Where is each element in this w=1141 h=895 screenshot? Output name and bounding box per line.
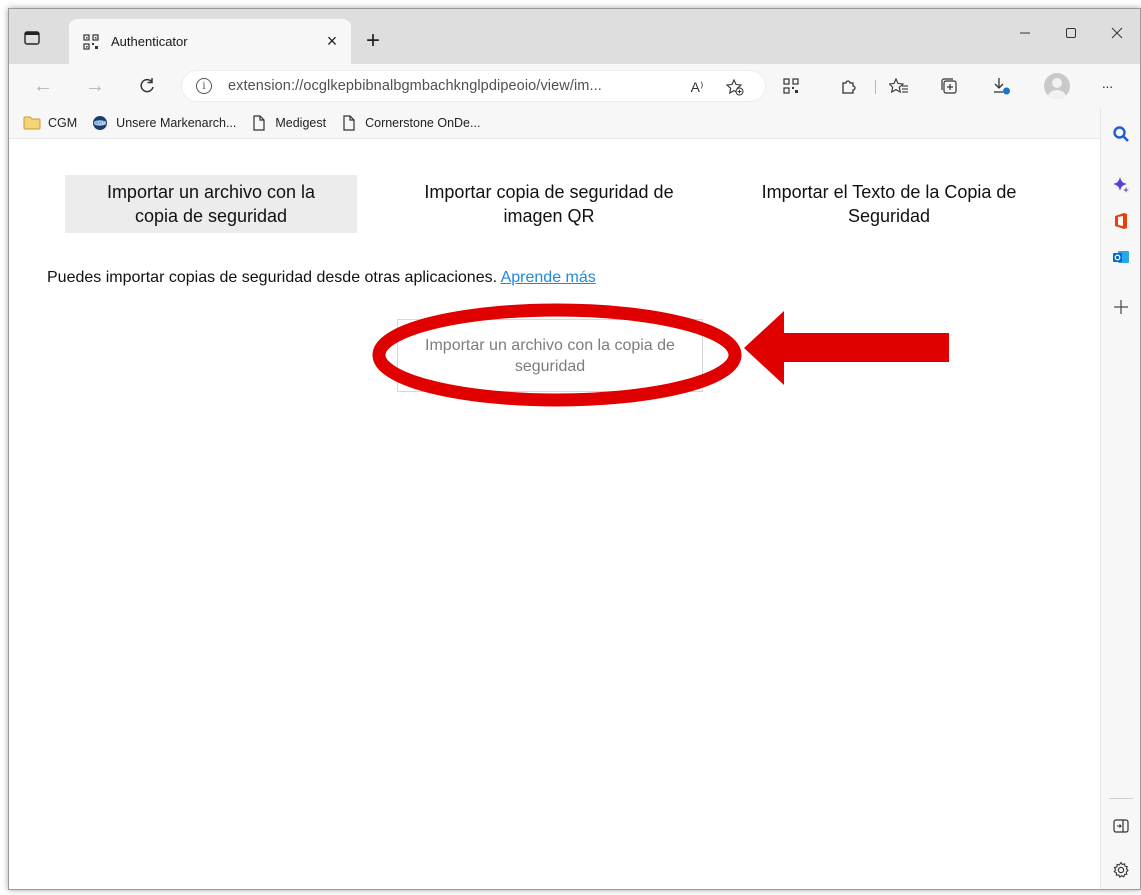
page-icon (340, 115, 358, 131)
browser-window: Authenticator × + ← → i extension://ocgl… (8, 8, 1141, 890)
bookmark-medigest[interactable]: Medigest (250, 115, 326, 131)
bookmarks-bar: CGM CGM Unsere Markenarch... Medigest Co… (9, 108, 1140, 138)
extension-page: Importar un archivo con la copia de segu… (9, 138, 1100, 889)
tab-authenticator[interactable]: Authenticator × (69, 19, 351, 64)
forward-button[interactable]: → (83, 74, 107, 98)
bookmark-label: Medigest (275, 116, 327, 130)
tab-import-file[interactable]: Importar un archivo con la copia de segu… (65, 175, 357, 233)
maximize-button[interactable] (1048, 9, 1094, 57)
qr-code-icon (83, 33, 99, 50)
bookmark-label: CGM (48, 116, 78, 130)
import-file-button[interactable]: Importar un archivo con la copia de segu… (397, 319, 703, 392)
tab-close-icon[interactable]: × (323, 31, 341, 51)
search-icon[interactable] (1109, 122, 1133, 146)
add-icon[interactable] (1109, 295, 1133, 319)
bookmark-cgm[interactable]: CGM (23, 115, 77, 131)
bookmark-cornerstone[interactable]: Cornerstone OnDe... (340, 115, 480, 131)
tab-actions-icon[interactable] (21, 27, 43, 49)
profile-avatar[interactable] (1044, 73, 1070, 99)
more-options-icon[interactable]: ··· (1097, 76, 1117, 96)
outlook-icon[interactable] (1109, 245, 1133, 269)
import-hint: Puedes importar copias de seguridad desd… (47, 269, 596, 287)
svg-text:CGM: CGM (94, 121, 106, 127)
downloads-icon[interactable] (991, 76, 1011, 96)
address-bar[interactable]: i extension://ocglkepbibnalbgmbachknglpd… (181, 70, 766, 102)
settings-icon[interactable] (1109, 858, 1133, 882)
office-icon[interactable] (1109, 209, 1133, 233)
window-controls (1002, 9, 1140, 64)
globe-icon: CGM (91, 115, 109, 131)
qr-extension-icon[interactable] (781, 76, 801, 96)
favorites-icon[interactable] (889, 76, 909, 96)
bookmark-unsere-markenarch[interactable]: CGM Unsere Markenarch... (91, 115, 236, 131)
tab-strip: Authenticator × + (9, 9, 1140, 64)
sidebar-separator (1109, 798, 1133, 799)
page-icon (250, 115, 268, 131)
close-window-button[interactable] (1094, 9, 1140, 57)
new-tab-button[interactable]: + (361, 29, 385, 53)
minimize-button[interactable] (1002, 9, 1048, 57)
collections-icon[interactable] (939, 76, 959, 96)
read-aloud-icon[interactable]: A⁾ (688, 78, 706, 96)
extensions-icon[interactable] (839, 76, 859, 96)
toolbar-separator (875, 80, 876, 94)
tab-import-qr[interactable]: Importar copia de seguridad de imagen QR (389, 175, 709, 233)
split-screen-icon[interactable] (1109, 814, 1133, 838)
edge-sidebar (1100, 108, 1140, 889)
tab-import-text[interactable]: Importar el Texto de la Copia de Segurid… (739, 175, 1039, 233)
navigation-toolbar: ← → i extension://ocglkepbibnalbgmbachkn… (9, 64, 1140, 108)
hint-text: Puedes importar copias de seguridad desd… (47, 269, 498, 286)
copilot-icon[interactable] (1109, 173, 1133, 197)
add-favorite-icon[interactable] (726, 78, 744, 96)
learn-more-link[interactable]: Aprende más (501, 269, 596, 286)
reload-button[interactable] (135, 74, 159, 98)
bookmark-label: Cornerstone OnDe... (365, 116, 481, 130)
back-button[interactable]: ← (31, 74, 55, 98)
bookmark-label: Unsere Markenarch... (116, 116, 237, 130)
url-text[interactable]: extension://ocglkepbibnalbgmbachknglpdip… (228, 78, 602, 94)
tab-title: Authenticator (111, 34, 188, 49)
folder-icon (23, 115, 41, 131)
info-icon[interactable]: i (196, 78, 212, 94)
